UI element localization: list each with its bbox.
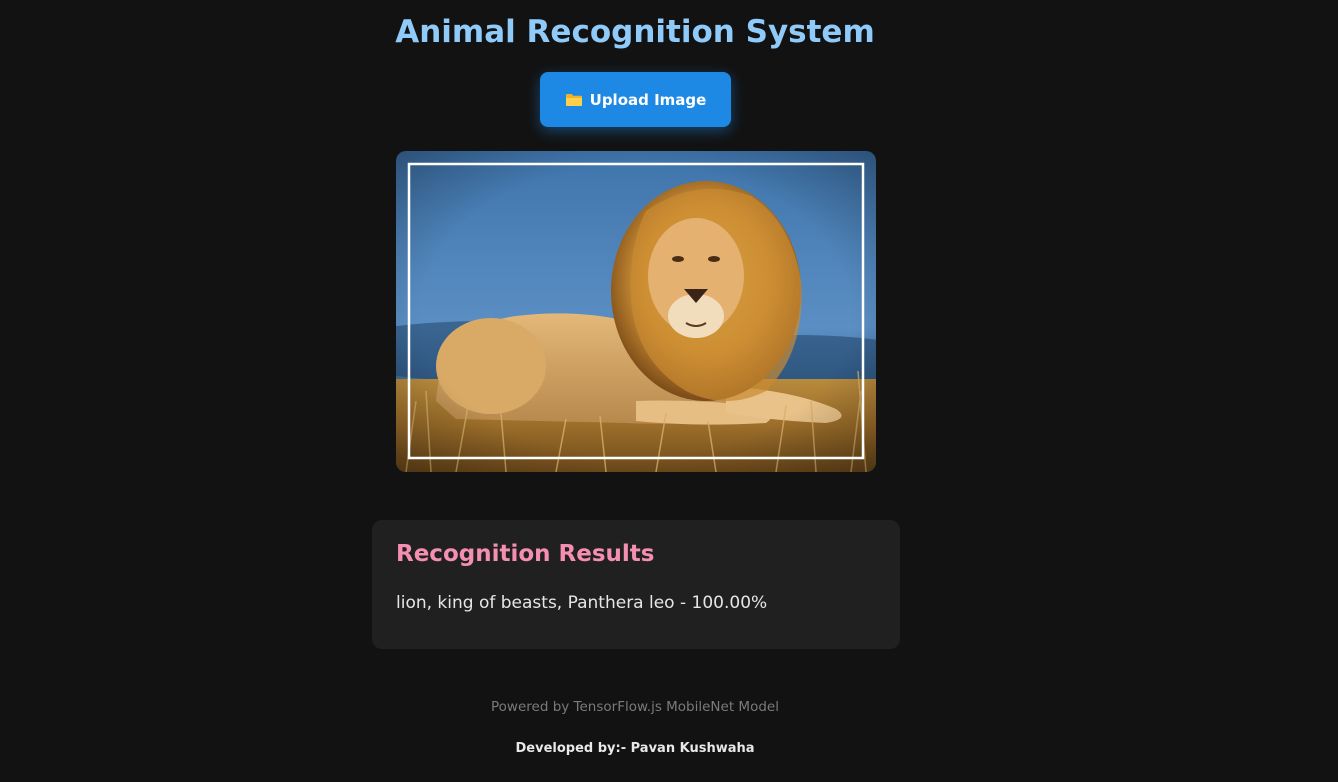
developer-credit: Developed by:- Pavan Kushwaha	[515, 741, 755, 756]
uploaded-image-preview	[396, 151, 876, 472]
lion-image	[396, 151, 876, 472]
powered-by-text: Powered by TensorFlow.js MobileNet Model	[491, 699, 779, 715]
app-page: Animal Recognition System Upload Image R…	[0, 0, 1338, 782]
results-card: Recognition Results lion, king of beasts…	[372, 520, 900, 649]
results-title: Recognition Results	[396, 541, 655, 567]
upload-image-button[interactable]: Upload Image	[540, 72, 731, 127]
upload-button-label: Upload Image	[589, 90, 707, 109]
page-title: Animal Recognition System	[395, 14, 875, 50]
result-item: lion, king of beasts, Panthera leo - 100…	[396, 593, 768, 613]
folder-icon	[565, 93, 583, 107]
